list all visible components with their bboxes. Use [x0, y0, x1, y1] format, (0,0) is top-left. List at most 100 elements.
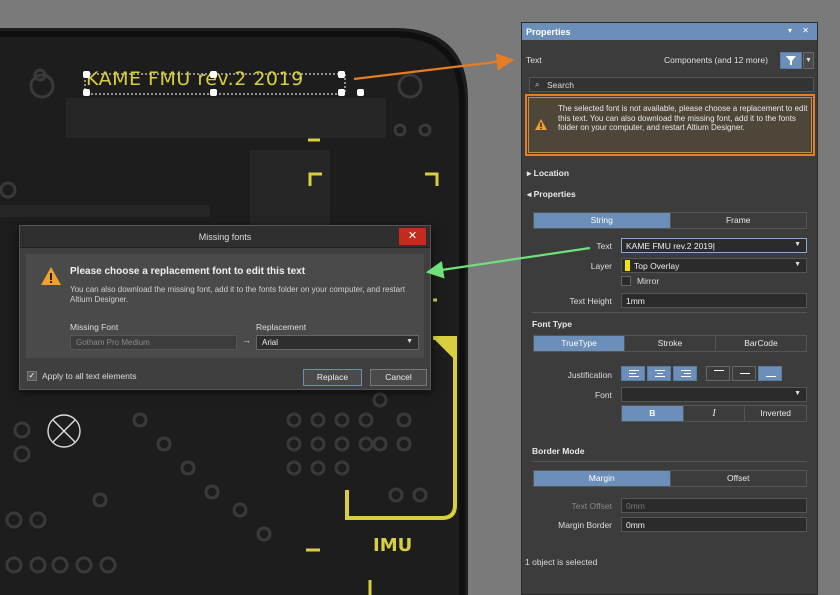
- tab-offset[interactable]: Offset: [670, 471, 806, 486]
- chevron-down-icon: ▼: [794, 241, 801, 248]
- tab-string[interactable]: String: [534, 213, 671, 228]
- mirror-checkbox[interactable]: Mirror: [621, 276, 659, 286]
- layer-select[interactable]: Top Overlay ▼: [621, 258, 807, 273]
- tab-margin[interactable]: Margin: [534, 471, 671, 486]
- dialog-titlebar[interactable]: Missing fonts ✕: [20, 226, 430, 248]
- font-warning-text: The selected font is not available, plea…: [558, 104, 808, 133]
- text-value-field[interactable]: KAME FMU rev.2 2019| ▼: [621, 238, 807, 253]
- font-select[interactable]: ▼: [621, 387, 807, 402]
- selection-handle[interactable]: [210, 89, 217, 96]
- filter-button[interactable]: [780, 52, 802, 69]
- italic-button[interactable]: I: [683, 406, 746, 421]
- align-left-icon: [629, 370, 639, 379]
- align-top-icon: [714, 370, 724, 379]
- justify-left-button[interactable]: [621, 366, 645, 381]
- panel-title: Properties: [526, 27, 571, 37]
- filter-icon: [786, 56, 796, 65]
- align-middle-icon: [740, 370, 750, 379]
- object-type-label: Text: [526, 55, 542, 65]
- location-section[interactable]: ▸ Location: [527, 168, 569, 179]
- margin-border-label: Margin Border: [558, 520, 612, 530]
- search-icon: ⌕: [535, 80, 540, 89]
- panel-menu-close-icons[interactable]: ▾ ✕: [788, 26, 813, 35]
- dialog-title: Missing fonts: [198, 232, 252, 242]
- mirror-label: Mirror: [637, 276, 660, 286]
- divider: [532, 461, 807, 462]
- replacement-label: Replacement: [256, 322, 307, 332]
- justify-top-button[interactable]: [706, 366, 730, 381]
- replacement-font-value: Arial: [262, 338, 279, 347]
- justify-center-button[interactable]: [647, 366, 671, 381]
- pcb-imu-label: IMU: [373, 535, 413, 556]
- apply-all-row[interactable]: ✓ Apply to all text elements: [27, 371, 137, 381]
- bold-button[interactable]: B: [622, 406, 684, 421]
- layer-label: Layer: [590, 261, 612, 271]
- align-right-icon: [681, 370, 691, 379]
- justify-middle-button[interactable]: [732, 366, 756, 381]
- text-height-field[interactable]: 1mm: [621, 293, 807, 308]
- justification-label: Justification: [567, 370, 612, 380]
- selection-handle[interactable]: [357, 89, 364, 96]
- text-offset-field: 0mm: [621, 498, 807, 513]
- close-icon[interactable]: ✕: [399, 228, 426, 245]
- border-mode-tabs: Margin Offset: [533, 470, 807, 487]
- justify-right-button[interactable]: [673, 366, 697, 381]
- font-type-tabs: TrueType Stroke BarCode: [533, 335, 807, 352]
- warning-icon: [41, 267, 61, 285]
- properties-section-label: Properties: [533, 189, 576, 199]
- align-center-icon: [655, 370, 665, 379]
- warning-icon: [535, 119, 547, 130]
- divider: [532, 312, 807, 313]
- missing-fonts-dialog: Missing fonts ✕ Please choose a replacem…: [19, 225, 431, 390]
- arrow-right-icon: →: [242, 335, 251, 345]
- chevron-down-icon: ▼: [805, 57, 812, 64]
- justify-bottom-button[interactable]: [758, 366, 782, 381]
- text-value: KAME FMU rev.2 2019: [626, 241, 713, 251]
- text-height-label: Text Height: [569, 296, 612, 306]
- chevron-down-icon: ▼: [794, 261, 801, 268]
- pcb-text-selected[interactable]: KAME FMU rev.2 2019: [86, 68, 304, 90]
- selection-handle[interactable]: [210, 71, 217, 78]
- apply-all-label: Apply to all text elements: [42, 371, 137, 381]
- missing-font-field: Gotham Pro Medium: [70, 335, 237, 350]
- font-style-buttons: B I Inverted: [621, 405, 807, 422]
- properties-section[interactable]: ◂ Properties: [527, 189, 576, 200]
- search-placeholder: Search: [547, 80, 574, 90]
- border-mode-section: Border Mode: [532, 446, 585, 456]
- search-input[interactable]: ⌕ Search: [529, 77, 814, 92]
- filter-summary: Components (and 12 more): [664, 55, 768, 65]
- layer-value: Top Overlay: [634, 261, 680, 271]
- font-label: Font: [594, 390, 612, 400]
- filter-dropdown[interactable]: ▼: [803, 52, 814, 69]
- apply-all-checkbox[interactable]: ✓: [27, 371, 37, 381]
- selection-handle[interactable]: [338, 71, 345, 78]
- chevron-down-icon: ▼: [794, 390, 801, 397]
- text-offset-label: Text Offset: [571, 501, 612, 511]
- replacement-font-select[interactable]: Arial ▼: [256, 335, 419, 350]
- inverted-button[interactable]: Inverted: [745, 406, 807, 421]
- replace-button[interactable]: Replace: [303, 369, 362, 386]
- text-label: Text: [596, 241, 612, 251]
- dialog-heading: Please choose a replacement font to edit…: [70, 266, 306, 277]
- tab-truetype[interactable]: TrueType: [534, 336, 625, 351]
- location-section-label: Location: [533, 168, 570, 178]
- layer-color-swatch: [625, 260, 630, 272]
- properties-panel: Properties ▾ ✕ Text Components (and 12 m…: [521, 22, 818, 595]
- tab-barcode[interactable]: BarCode: [716, 336, 806, 351]
- dialog-body: Please choose a replacement font to edit…: [26, 254, 424, 358]
- cancel-button[interactable]: Cancel: [370, 369, 427, 386]
- margin-border-field[interactable]: 0mm: [621, 517, 807, 532]
- chevron-down-icon: ▼: [406, 338, 413, 345]
- tab-frame[interactable]: Frame: [670, 213, 806, 228]
- selection-handle[interactable]: [338, 89, 345, 96]
- mirror-checkbox-box[interactable]: [621, 276, 631, 286]
- panel-header[interactable]: Properties ▾ ✕: [522, 23, 817, 40]
- selection-handle[interactable]: [83, 71, 90, 78]
- selection-handle[interactable]: [83, 89, 90, 96]
- align-bottom-icon: [766, 370, 776, 379]
- tab-stroke[interactable]: Stroke: [625, 336, 716, 351]
- font-type-section: Font Type: [532, 319, 572, 329]
- status-bar: 1 object is selected: [525, 557, 598, 567]
- font-warning-box: The selected font is not available, plea…: [525, 94, 815, 156]
- string-frame-tabs: String Frame: [533, 212, 807, 229]
